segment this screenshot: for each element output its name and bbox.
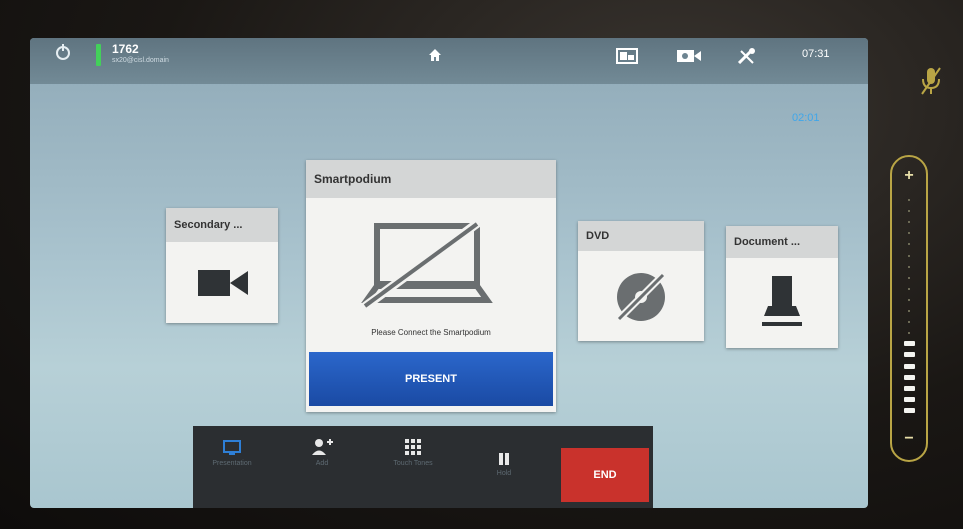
disc-disconnected-icon bbox=[614, 270, 668, 324]
volume-empty-dot bbox=[908, 243, 910, 246]
camera-icon bbox=[198, 270, 248, 296]
source-dvd-label: DVD bbox=[578, 221, 704, 251]
volume-empty-dot bbox=[908, 298, 910, 301]
add-label: Add bbox=[315, 460, 329, 467]
source-smartpodium[interactable]: Smartpodium Please Connect the Smartpodi… bbox=[306, 160, 556, 412]
volume-empty-dot bbox=[908, 199, 910, 201]
pause-icon bbox=[499, 453, 509, 465]
microphone-mute-icon[interactable] bbox=[920, 66, 942, 96]
source-document-camera[interactable]: Document ... bbox=[726, 226, 838, 348]
keypad-icon bbox=[405, 439, 421, 455]
volume-empty-dot bbox=[908, 276, 910, 279]
signal-indicator bbox=[96, 44, 101, 66]
source-secondary-label: Secondary ... bbox=[166, 208, 278, 242]
volume-empty-dot bbox=[908, 221, 910, 224]
volume-slider[interactable]: + − bbox=[890, 155, 928, 462]
connect-message: Please Connect the Smartpodium bbox=[371, 328, 491, 337]
volume-level-bar bbox=[904, 396, 915, 402]
home-icon[interactable] bbox=[428, 48, 442, 62]
call-control-bar: Presentation Add Touch Tones Hold END bbox=[193, 426, 653, 508]
volume-level-bar bbox=[904, 385, 915, 391]
volume-level-bar bbox=[904, 374, 915, 380]
system-address: sx20@cisl.domain bbox=[112, 57, 169, 64]
document-camera-icon bbox=[762, 276, 802, 326]
volume-empty-dot bbox=[908, 232, 910, 235]
touch-screen: 1762 sx20@cisl.domain 07:31 02:01 Second… bbox=[30, 38, 868, 508]
volume-level-bar bbox=[904, 363, 915, 369]
hold-label: Hold bbox=[496, 470, 512, 477]
volume-empty-dot bbox=[908, 265, 910, 268]
hold-button[interactable]: Hold bbox=[479, 426, 529, 508]
source-secondary-camera[interactable]: Secondary ... bbox=[166, 208, 278, 323]
system-number: 1762 bbox=[112, 42, 139, 56]
volume-empty-dot bbox=[908, 254, 910, 257]
source-dvd[interactable]: DVD bbox=[578, 221, 704, 341]
source-document-label: Document ... bbox=[726, 226, 838, 258]
touch-tones-button[interactable]: Touch Tones bbox=[373, 426, 453, 508]
volume-empty-dot bbox=[908, 210, 910, 213]
presentation-label: Presentation bbox=[212, 460, 252, 467]
presentation-button[interactable]: Presentation bbox=[201, 426, 263, 508]
add-participant-button[interactable]: Add bbox=[297, 426, 347, 508]
settings-tools-icon[interactable] bbox=[736, 48, 758, 64]
touch-tones-label: Touch Tones bbox=[393, 460, 433, 467]
volume-empty-dot bbox=[908, 332, 910, 335]
volume-level-bar bbox=[904, 352, 915, 358]
power-icon[interactable] bbox=[56, 44, 70, 60]
clock: 07:31 bbox=[802, 48, 830, 60]
top-status-bar: 1762 sx20@cisl.domain 07:31 bbox=[30, 38, 868, 84]
volume-level-bar bbox=[904, 341, 915, 347]
end-call-button[interactable]: END bbox=[561, 448, 649, 502]
volume-level-bar bbox=[904, 407, 915, 413]
call-duration: 02:01 bbox=[792, 112, 820, 124]
volume-down-button[interactable]: − bbox=[892, 430, 926, 448]
volume-empty-dot bbox=[908, 287, 910, 290]
selfview-camera-icon[interactable] bbox=[676, 48, 702, 64]
volume-empty-dot bbox=[908, 310, 910, 312]
volume-up-button[interactable]: + bbox=[892, 167, 926, 185]
present-button[interactable]: PRESENT bbox=[309, 352, 553, 406]
laptop-disconnected-icon bbox=[361, 220, 493, 310]
volume-empty-dot bbox=[908, 321, 910, 324]
layout-icon[interactable] bbox=[616, 48, 638, 64]
add-user-icon bbox=[312, 439, 333, 455]
presentation-icon bbox=[223, 440, 241, 455]
source-smartpodium-label: Smartpodium bbox=[306, 160, 556, 198]
